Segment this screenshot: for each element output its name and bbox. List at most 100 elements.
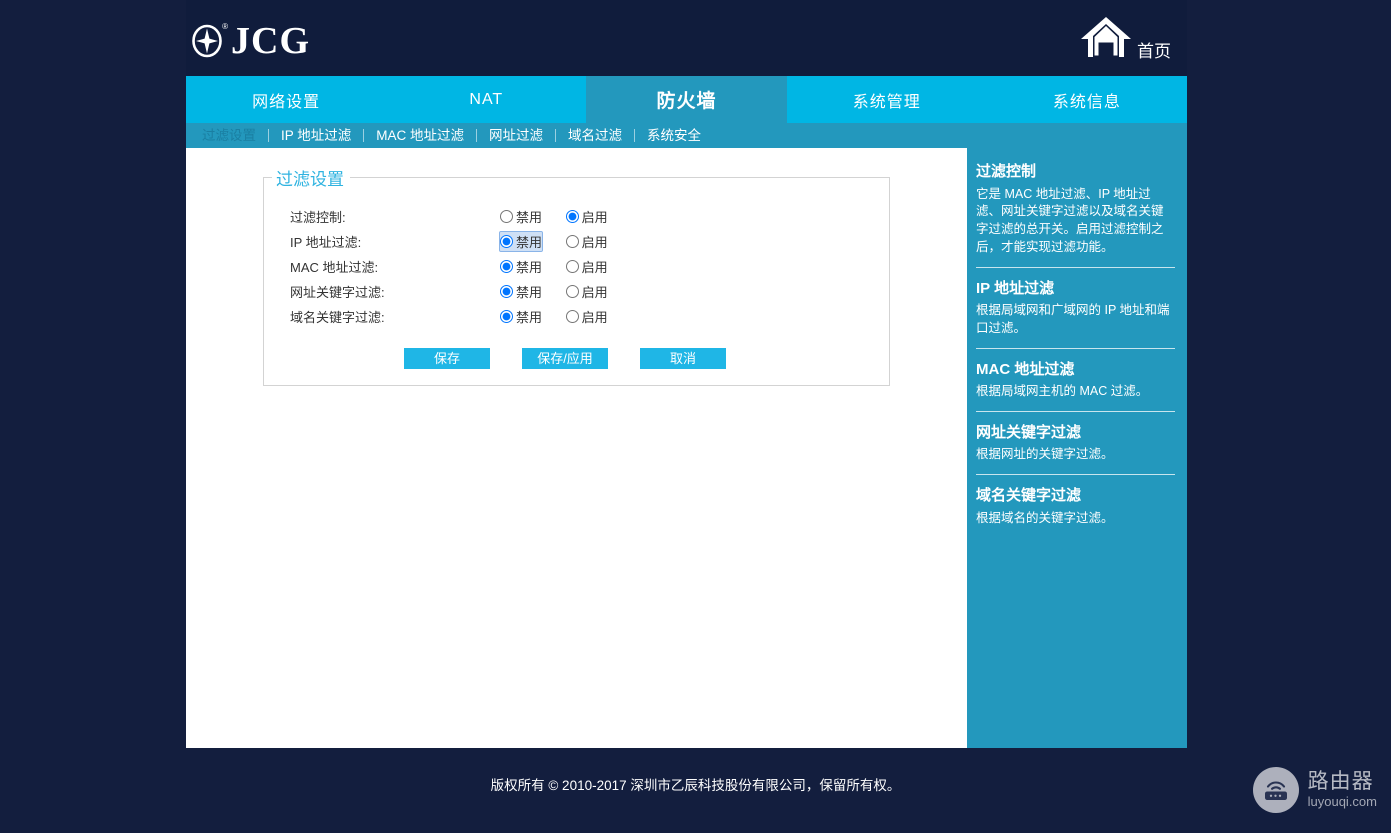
radio-input-url-keyword-filter-disable[interactable]: [500, 285, 513, 298]
radio-mac-filter-enable[interactable]: 启用: [565, 257, 608, 276]
subtab-url-filter[interactable]: 网址过滤: [477, 123, 555, 148]
filter-settings-panel: 过滤设置 过滤控制: 禁用 启用 IP 地址过滤: 禁用 启用 MAC 地址过滤…: [263, 165, 890, 386]
radio-label-enable[interactable]: 启用: [582, 307, 608, 326]
filter-settings-form: 过滤控制: 禁用 启用 IP 地址过滤: 禁用 启用 MAC 地址过滤: 禁用 …: [290, 204, 608, 329]
radio-url-keyword-filter-disable[interactable]: 禁用: [500, 282, 542, 301]
body-area: 过滤设置 过滤控制: 禁用 启用 IP 地址过滤: 禁用 启用 MAC 地址过滤…: [186, 148, 1187, 748]
radio-url-keyword-filter-enable[interactable]: 启用: [565, 282, 608, 301]
radio-input-mac-filter-disable[interactable]: [500, 260, 513, 273]
radio-label-disable[interactable]: 禁用: [516, 307, 542, 326]
main-content: 过滤设置 过滤控制: 禁用 启用 IP 地址过滤: 禁用 启用 MAC 地址过滤…: [186, 148, 967, 748]
help-title: 过滤控制: [976, 163, 1037, 180]
form-row-domain-keyword-filter: 域名关键字过滤: 禁用 启用: [290, 304, 608, 329]
app-shell: ® JCG 首页 网络设置 NAT 防火墙 系统管理 系统信息 过滤设置 IP …: [186, 0, 1187, 748]
options-filter-control: 禁用 启用: [500, 204, 608, 229]
sub-navigation: 过滤设置 IP 地址过滤 MAC 地址过滤 网址过滤 域名过滤 系统安全: [186, 123, 1187, 148]
page-footer: 版权所有 © 2010-2017 深圳市乙辰科技股份有限公司，保留所有权。: [0, 748, 1391, 833]
help-section-mac-filter: MAC 地址过滤 根据局域网主机的 MAC 过滤。: [976, 347, 1175, 411]
watermark-text: 路由器 luyouqi.com: [1308, 771, 1377, 809]
watermark-cn: 路由器: [1307, 770, 1374, 794]
form-row-ip-filter: IP 地址过滤: 禁用 启用: [290, 229, 608, 254]
help-body: 根据局域网和广域网的 IP 地址和端口过滤。: [976, 303, 1170, 335]
help-section-url-keyword-filter: 网址关键字过滤 根据网址的关键字过滤。: [976, 410, 1175, 474]
brand-name: JCG: [231, 20, 310, 62]
main-navigation: 网络设置 NAT 防火墙 系统管理 系统信息: [186, 76, 1187, 123]
home-link[interactable]: 首页: [1078, 14, 1171, 65]
radio-ip-filter-enable[interactable]: 启用: [565, 232, 608, 251]
radio-label-disable[interactable]: 禁用: [516, 282, 542, 301]
brand-logo: ® JCG: [191, 22, 310, 60]
form-row-filter-control: 过滤控制: 禁用 启用: [290, 204, 608, 229]
cancel-button[interactable]: 取消: [640, 348, 726, 369]
panel-body: 过滤控制: 禁用 启用 IP 地址过滤: 禁用 启用 MAC 地址过滤: 禁用 …: [264, 190, 889, 385]
radio-input-url-keyword-filter-enable[interactable]: [565, 285, 579, 298]
help-title: 网址关键字过滤: [976, 423, 1082, 441]
help-section-domain-keyword-filter: 域名关键字过滤 根据域名的关键字过滤。: [976, 474, 1175, 537]
help-section-filter-control: 过滤控制 它是 MAC 地址过滤、IP 地址过滤、网址关键字过滤以及域名关键字过…: [976, 162, 1175, 267]
help-title: MAC 地址过滤: [976, 360, 1075, 378]
radio-filter-control-enable[interactable]: 启用: [565, 207, 608, 226]
subtab-ip-address-filter[interactable]: IP 地址过滤: [269, 123, 363, 148]
radio-domain-keyword-filter-disable[interactable]: 禁用: [500, 307, 542, 326]
radio-label-disable[interactable]: 禁用: [516, 232, 542, 251]
help-title: IP 地址过滤: [976, 279, 1055, 297]
home-label: 首页: [1137, 42, 1171, 62]
radio-ip-filter-disable[interactable]: 禁用: [498, 231, 544, 252]
radio-label-disable[interactable]: 禁用: [516, 257, 542, 276]
radio-mac-filter-disable[interactable]: 禁用: [500, 257, 542, 276]
help-body: 它是 MAC 地址过滤、IP 地址过滤、网址关键字过滤以及域名关键字过滤的总开关…: [976, 186, 1164, 254]
radio-label-enable[interactable]: 启用: [582, 282, 608, 301]
radio-input-domain-keyword-filter-disable[interactable]: [500, 310, 513, 323]
tab-firewall[interactable]: 防火墙: [586, 76, 787, 123]
radio-input-filter-control-enable[interactable]: [565, 210, 579, 223]
help-body: 根据局域网主机的 MAC 过滤。: [976, 384, 1149, 398]
radio-input-ip-filter-disable[interactable]: [500, 235, 513, 248]
options-ip-filter: 禁用 启用: [498, 229, 608, 254]
options-mac-filter: 禁用 启用: [500, 254, 608, 279]
tab-system-management[interactable]: 系统管理: [787, 76, 987, 123]
radio-label-enable[interactable]: 启用: [582, 207, 608, 226]
radio-label-disable[interactable]: 禁用: [516, 207, 542, 226]
help-title: 域名关键字过滤: [976, 487, 1082, 504]
form-row-url-keyword-filter: 网址关键字过滤: 禁用 启用: [290, 279, 608, 304]
label-url-keyword-filter: 网址关键字过滤:: [290, 285, 385, 300]
radio-input-mac-filter-enable[interactable]: [565, 260, 579, 273]
site-watermark: 路由器 luyouqi.com: [1252, 767, 1377, 813]
page-header: ® JCG 首页: [186, 0, 1187, 76]
tab-network-settings[interactable]: 网络设置: [186, 76, 386, 123]
form-row-mac-filter: MAC 地址过滤: 禁用 启用: [290, 254, 608, 279]
router-icon: [1252, 767, 1299, 813]
radio-input-filter-control-disable[interactable]: [500, 210, 513, 223]
watermark-en: luyouqi.com: [1307, 794, 1377, 810]
registered-mark: ®: [222, 22, 228, 31]
help-section-ip-filter: IP 地址过滤 根据局域网和广域网的 IP 地址和端口过滤。: [976, 266, 1175, 348]
subtab-filter-settings[interactable]: 过滤设置: [190, 123, 268, 148]
label-mac-filter: MAC 地址过滤:: [290, 260, 379, 275]
radio-domain-keyword-filter-enable[interactable]: 启用: [565, 307, 608, 326]
help-body: 根据域名的关键字过滤。: [976, 510, 1114, 525]
save-apply-button[interactable]: 保存/应用: [522, 348, 608, 369]
tab-nat[interactable]: NAT: [386, 76, 586, 123]
options-url-keyword-filter: 禁用 启用: [500, 279, 608, 304]
label-domain-keyword-filter: 域名关键字过滤:: [290, 310, 385, 325]
radio-input-ip-filter-enable[interactable]: [565, 235, 579, 248]
radio-input-domain-keyword-filter-enable[interactable]: [565, 310, 579, 323]
tab-system-info[interactable]: 系统信息: [987, 76, 1187, 123]
panel-title: 过滤设置: [276, 170, 344, 189]
radio-label-enable[interactable]: 启用: [582, 257, 608, 276]
help-sidebar: 过滤控制 它是 MAC 地址过滤、IP 地址过滤、网址关键字过滤以及域名关键字过…: [967, 148, 1187, 748]
save-button[interactable]: 保存: [404, 348, 490, 369]
copyright-text: 版权所有 © 2010-2017 深圳市乙辰科技股份有限公司，保留所有权。: [490, 778, 901, 793]
options-domain-keyword-filter: 禁用 启用: [500, 304, 608, 329]
subtab-domain-filter[interactable]: 域名过滤: [556, 123, 634, 148]
label-filter-control: 过滤控制:: [290, 210, 346, 225]
radio-filter-control-disable[interactable]: 禁用: [500, 207, 542, 226]
subtab-system-security[interactable]: 系统安全: [635, 123, 713, 148]
help-body: 根据网址的关键字过滤。: [976, 447, 1114, 462]
page-root: ® JCG 首页 网络设置 NAT 防火墙 系统管理 系统信息 过滤设置 IP …: [0, 0, 1391, 833]
radio-label-enable[interactable]: 启用: [582, 232, 608, 251]
label-ip-filter: IP 地址过滤:: [290, 235, 362, 250]
subtab-mac-address-filter[interactable]: MAC 地址过滤: [364, 123, 476, 148]
form-actions: 保存 保存/应用 取消: [264, 348, 889, 369]
home-icon: [1078, 14, 1134, 65]
